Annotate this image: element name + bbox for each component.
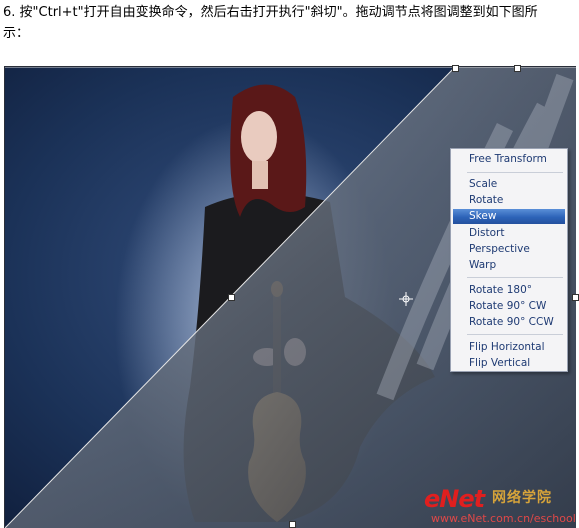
instruction-line-2: 示： — [3, 26, 30, 41]
menu-item-rotate[interactable]: Rotate — [453, 193, 565, 208]
transform-handle-top-right[interactable] — [514, 65, 521, 72]
transform-handle-right-mid[interactable] — [572, 294, 579, 301]
menu-item-perspective[interactable]: Perspective — [453, 242, 565, 257]
woman-face — [241, 111, 277, 163]
menu-item-distort[interactable]: Distort — [453, 226, 565, 241]
menu-item-rotate-90-ccw[interactable]: Rotate 90° CCW — [453, 315, 565, 330]
menu-item-skew[interactable]: Skew — [453, 209, 565, 224]
transform-handle-left-mid[interactable] — [228, 294, 235, 301]
woman-neck — [252, 161, 268, 189]
menu-separator — [467, 172, 563, 173]
enet-logo-cn: 网络学院 — [492, 490, 552, 506]
menu-item-free-transform[interactable]: Free Transform — [453, 152, 565, 167]
menu-item-flip-horizontal[interactable]: Flip Horizontal — [453, 340, 565, 355]
instruction-line-1: 6. 按"Ctrl+t"打开自由变换命令，然后右击打开执行"斜切"。拖动调节点将… — [3, 5, 538, 20]
menu-item-flip-vertical[interactable]: Flip Vertical — [453, 356, 565, 371]
menu-item-rotate-180[interactable]: Rotate 180° — [453, 283, 565, 298]
instruction-text: 6. 按"Ctrl+t"打开自由变换命令，然后右击打开执行"斜切"。拖动调节点将… — [3, 2, 575, 44]
menu-separator — [467, 277, 563, 278]
menu-item-rotate-90-cw[interactable]: Rotate 90° CW — [453, 299, 565, 314]
transform-context-menu: Free Transform Scale Rotate Skew Distort… — [450, 148, 568, 372]
menu-separator — [467, 334, 563, 335]
enet-url: www.eNet.com.cn/eschool — [431, 512, 576, 525]
enet-logo: eNet — [424, 485, 485, 513]
menu-item-warp[interactable]: Warp — [453, 258, 565, 273]
menu-item-scale[interactable]: Scale — [453, 177, 565, 192]
transform-handle-top-mid[interactable] — [452, 65, 459, 72]
